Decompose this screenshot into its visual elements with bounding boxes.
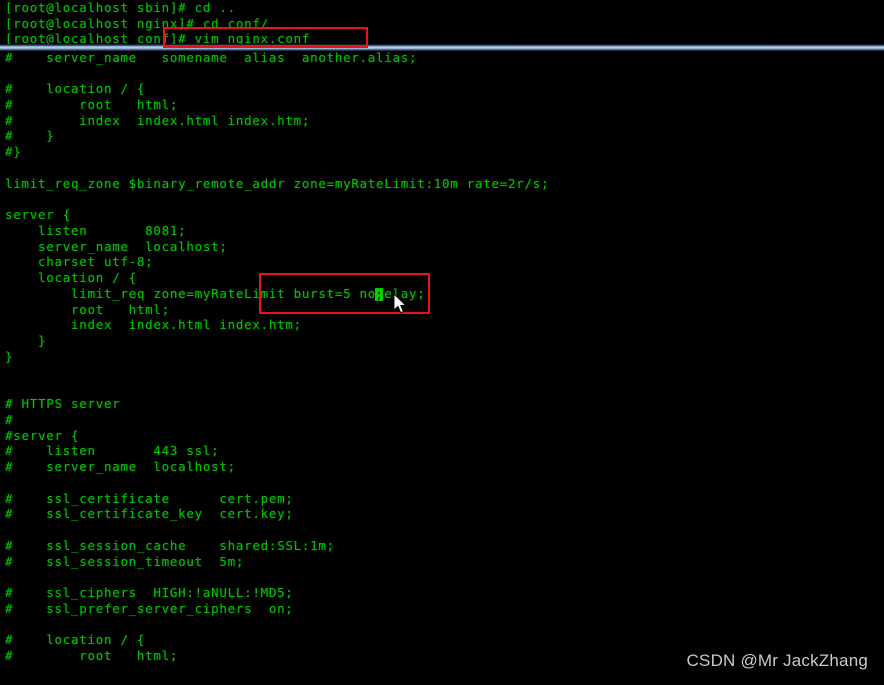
editor-line: } — [5, 348, 14, 364]
editor-line: #server { — [5, 427, 80, 443]
editor-line: # index index.html index.htm; — [5, 112, 311, 128]
vim-status-line: INSERT -- — [3, 670, 110, 685]
editor-line: # ssl_ciphers HIGH:!aNULL:!MD5; — [5, 585, 294, 600]
editor-line: # server_name somename alias another.ali… — [5, 49, 418, 65]
editor-blank-line — [5, 618, 13, 632]
editor-blank-line — [5, 192, 13, 206]
editor-line: } — [5, 333, 47, 348]
annotation-box-command — [163, 27, 368, 48]
editor-line: # ssl_prefer_server_ciphers on; — [5, 600, 294, 616]
editor-line: index index.html index.htm; — [5, 317, 302, 333]
editor-line: # — [5, 411, 14, 427]
editor-line: server_name localhost; — [5, 238, 228, 254]
editor-line: root html; — [5, 301, 170, 317]
editor-blank-line — [5, 66, 13, 80]
terminal-screen: [root@localhost sbin]# cd .. [root@localh… — [0, 0, 884, 685]
editor-line: server { — [5, 207, 71, 222]
mouse-pointer-icon — [393, 292, 408, 315]
editor-blank-line — [5, 476, 13, 490]
csdn-watermark: CSDN @Mr JackZhang — [686, 651, 868, 670]
shell-prompt-line: [root@localhost sbin]# cd .. — [5, 0, 236, 15]
editor-blank-line — [5, 366, 13, 380]
editor-line: # location / { — [5, 632, 146, 648]
vim-cursor-char: ; — [375, 287, 383, 302]
editor-line: # ssl_session_timeout 5m; — [5, 553, 245, 569]
editor-line: location / { — [5, 270, 137, 285]
editor-line: limit_req_zone $binary_remote_addr zone=… — [5, 175, 550, 191]
editor-line: # HTTPS server — [5, 396, 121, 411]
editor-blank-line — [5, 570, 13, 584]
editor-line: # root html; — [5, 96, 179, 112]
editor-line: # ssl_certificate_key cert.key; — [5, 506, 294, 522]
editor-line: # ssl_session_cache shared:SSL:1m; — [5, 537, 335, 553]
editor-line: # listen 443 ssl; — [5, 443, 220, 459]
editor-line: # server_name localhost; — [5, 459, 236, 474]
editor-blank-line — [5, 161, 13, 175]
editor-line: # location / { — [5, 81, 146, 96]
editor-line: listen 8081; — [5, 222, 187, 238]
editor-line: #} — [5, 144, 22, 159]
editor-line: # ssl_certificate cert.pem; — [5, 490, 294, 506]
editor-blank-line — [5, 381, 13, 395]
editor-line: # } — [5, 128, 55, 144]
editor-blank-line — [5, 523, 13, 537]
editor-line: charset utf-8; — [5, 254, 154, 270]
vim-block-cursor: ; — [375, 288, 383, 301]
editor-line: # root html; — [5, 648, 179, 663]
